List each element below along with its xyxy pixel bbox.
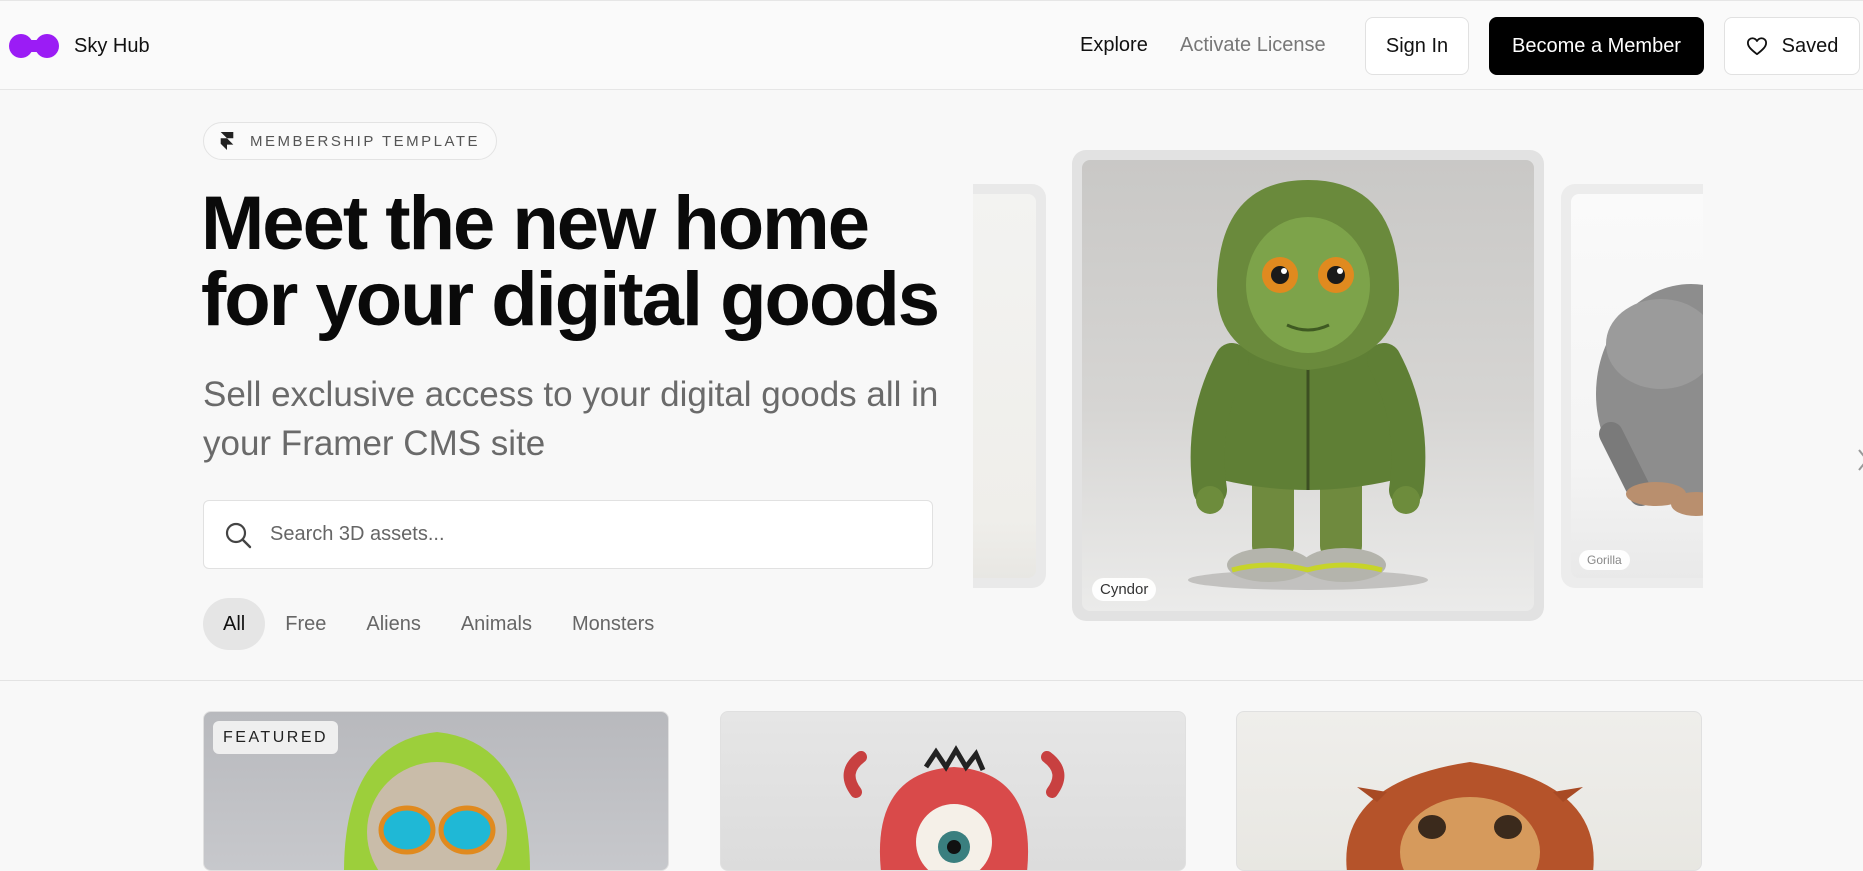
red-cyclops-monster-image-icon — [843, 745, 1065, 870]
product-card-lion[interactable] — [1236, 711, 1702, 871]
search-icon — [225, 522, 252, 548]
hero-subheadline: Sell exclusive access to your digital go… — [203, 375, 939, 463]
carousel-card-next[interactable]: Gorilla — [1561, 184, 1703, 588]
carousel-card-current[interactable]: Cyndor — [1072, 150, 1544, 621]
search-box[interactable] — [203, 500, 933, 569]
framer-logo-icon — [220, 132, 234, 150]
lion-image-icon — [1346, 762, 1594, 870]
product-card-monster[interactable] — [720, 711, 1186, 871]
search-input[interactable] — [268, 522, 912, 547]
hero-carousel: Cyndor Gorilla — [973, 150, 1703, 625]
filter-chip-aliens[interactable]: Aliens — [346, 598, 440, 650]
nav-explore-link[interactable]: Explore — [1080, 34, 1148, 57]
filter-chip-monsters[interactable]: Monsters — [552, 598, 674, 650]
product-card-alien[interactable]: FEATURED — [203, 711, 669, 871]
carousel-card-previous[interactable] — [973, 184, 1046, 588]
carousel-card-label-next: Gorilla — [1579, 550, 1630, 570]
carousel-next-arrow-icon[interactable] — [1857, 448, 1863, 472]
gorilla-character-icon — [1596, 284, 1703, 516]
cyndor-image: Cyndor — [1082, 160, 1534, 611]
saved-label: Saved — [1781, 34, 1839, 57]
featured-badge: FEATURED — [213, 721, 339, 754]
brand-name: Sky Hub — [74, 34, 150, 57]
filter-chip-animals[interactable]: Animals — [441, 598, 552, 650]
previous-card-image — [973, 194, 1036, 578]
saved-button[interactable]: Saved — [1724, 17, 1860, 75]
badge-text: MEMBERSHIP TEMPLATE — [250, 132, 481, 150]
section-divider — [0, 680, 1863, 681]
filter-chip-all[interactable]: All — [203, 598, 266, 650]
sign-in-label: Sign In — [1385, 34, 1449, 57]
sky-hub-logo-icon — [9, 34, 59, 58]
nav-activate-license-link[interactable]: Activate License — [1180, 34, 1326, 57]
green-alien-character-icon — [1188, 180, 1428, 590]
heart-icon — [1746, 37, 1767, 56]
brand[interactable]: Sky Hub — [8, 32, 150, 60]
hero-headline: Meet the new home for your digital goods — [201, 181, 940, 342]
membership-template-badge: MEMBERSHIP TEMPLATE — [203, 122, 497, 160]
become-member-label: Become a Member — [1512, 34, 1681, 57]
sign-in-button[interactable]: Sign In — [1365, 17, 1469, 75]
become-member-button[interactable]: Become a Member — [1489, 17, 1704, 75]
gorilla-image: Gorilla — [1571, 194, 1703, 578]
carousel-card-label: Cyndor — [1092, 578, 1157, 601]
filter-chip-free[interactable]: Free — [265, 598, 346, 650]
top-nav: Sky Hub Explore Activate License Sign In… — [0, 0, 1863, 90]
category-filters: All Free Aliens Animals Monsters — [203, 598, 674, 650]
